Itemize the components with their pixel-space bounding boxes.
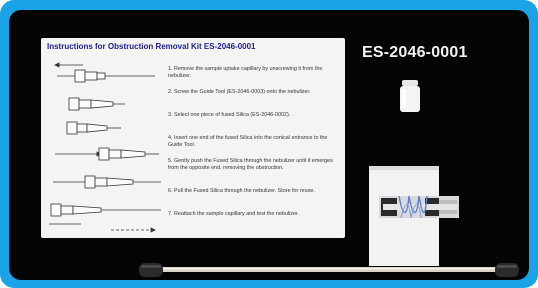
nebulizer-illustration-2 bbox=[68, 97, 125, 111]
guide-tool-holder-image bbox=[369, 166, 459, 266]
glass-rod-image bbox=[139, 263, 519, 277]
image-frame: Instructions for Obstruction Removal Kit… bbox=[0, 0, 538, 288]
step-7: 7. Reattach the sample capillary and tes… bbox=[168, 211, 299, 217]
fused-silica-illustration bbox=[66, 121, 121, 135]
step-1: 1. Remove the sample uptake capillary by… bbox=[168, 66, 323, 79]
instruction-card: Instructions for Obstruction Removal Kit… bbox=[41, 38, 345, 238]
vial-image bbox=[400, 80, 420, 112]
nebulizer-illustration-1 bbox=[54, 62, 155, 83]
step-illustrations bbox=[49, 62, 161, 233]
step-3: 3. Select one piece of fused Silica (ES-… bbox=[168, 112, 291, 118]
nebulizer-illustration-7 bbox=[49, 223, 156, 233]
nebulizer-illustration-6 bbox=[50, 203, 161, 217]
product-code: ES-2046-0001 bbox=[362, 44, 468, 61]
nebulizer-illustration-4 bbox=[55, 147, 159, 161]
step-2: 2. Screw the Guide Tool (ES-2046-0003) o… bbox=[168, 89, 311, 95]
nebulizer-illustration-5 bbox=[53, 175, 161, 189]
step-5: 5. Gently push the Fused Silica through … bbox=[168, 158, 333, 171]
step-4: 4. Insert one end of the fused Silica in… bbox=[168, 135, 328, 148]
product-photo: Instructions for Obstruction Removal Kit… bbox=[9, 10, 529, 280]
step-6: 6. Pull the Fused Silica through the neb… bbox=[168, 188, 315, 194]
